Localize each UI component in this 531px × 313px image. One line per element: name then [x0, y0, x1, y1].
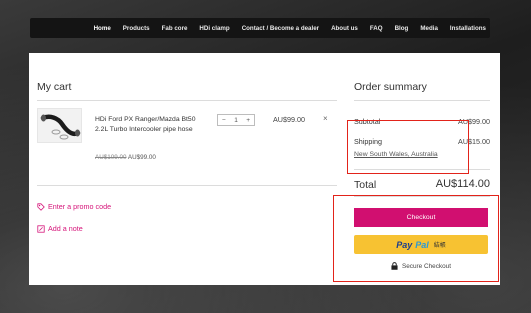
- cart-divider-bottom: [37, 185, 337, 186]
- hose-image-icon: [40, 114, 81, 140]
- nav-about-us[interactable]: About us: [331, 25, 358, 32]
- total-label: Total: [354, 179, 377, 191]
- nav-blog[interactable]: Blog: [395, 25, 409, 32]
- promo-code-link[interactable]: Enter a promo code: [37, 202, 111, 211]
- cart-title: My cart: [37, 81, 72, 93]
- nav-products[interactable]: Products: [123, 25, 150, 32]
- add-note-label: Add a note: [48, 224, 83, 233]
- product-price-row: AU$109.00 AU$99.00: [95, 154, 156, 161]
- quantity-value[interactable]: 1: [234, 117, 238, 124]
- tag-icon: [37, 202, 45, 211]
- nav-installations[interactable]: Installations: [450, 25, 486, 32]
- total-value: AU$114.00: [435, 178, 490, 190]
- highlight-box-shipping: [347, 120, 469, 174]
- nav-contact[interactable]: Contact / Become a dealer: [242, 25, 319, 32]
- nav-faq[interactable]: FAQ: [370, 25, 383, 32]
- highlight-box-checkout: [333, 195, 499, 282]
- product-price: AU$99.00: [127, 154, 156, 161]
- cart-divider-top: [37, 100, 337, 101]
- add-note-link[interactable]: Add a note: [37, 224, 83, 233]
- line-item-total: AU$99.00: [273, 115, 305, 124]
- top-navbar: Home Products Fab core HDi clamp Contact…: [30, 18, 490, 38]
- product-old-price: AU$109.00: [95, 154, 127, 161]
- summary-divider-top: [354, 100, 490, 101]
- nav-hdi-clamp[interactable]: HDi clamp: [199, 25, 229, 32]
- nav-fab-core[interactable]: Fab core: [162, 25, 188, 32]
- product-name[interactable]: HDi Ford PX Ranger/Mazda Bt50 2.2L Turbo…: [95, 115, 205, 134]
- quantity-stepper[interactable]: − 1 +: [217, 114, 255, 126]
- quantity-increment-button[interactable]: +: [246, 117, 250, 124]
- nav-media[interactable]: Media: [420, 25, 438, 32]
- product-thumbnail[interactable]: [37, 108, 82, 143]
- order-summary-title: Order summary: [354, 81, 427, 93]
- quantity-decrement-button[interactable]: −: [222, 117, 226, 124]
- note-icon: [37, 224, 45, 233]
- remove-item-button[interactable]: ×: [323, 114, 328, 123]
- promo-code-label: Enter a promo code: [48, 202, 112, 211]
- nav-home[interactable]: Home: [94, 25, 111, 32]
